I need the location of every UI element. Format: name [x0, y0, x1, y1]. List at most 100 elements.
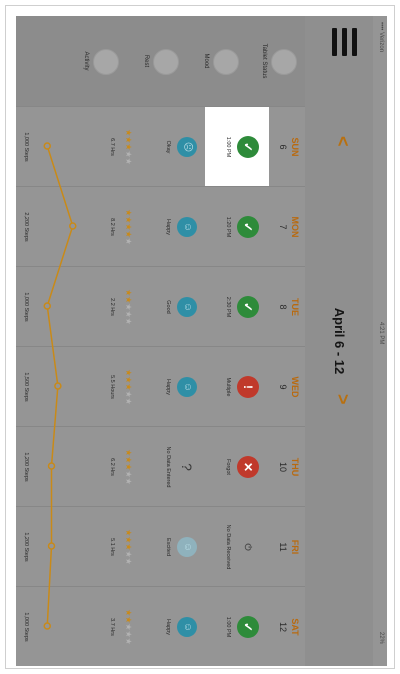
- tablet-status-cell[interactable]: ✓ 2:30 PM: [205, 267, 269, 347]
- star-icon: ★: [124, 477, 133, 485]
- mood-icon: [213, 49, 239, 75]
- rest-cell[interactable]: ★★★★★ 2.2 Hrs: [89, 267, 147, 347]
- day-name: TUE: [290, 298, 300, 316]
- star-icon: ★: [124, 623, 133, 631]
- mood-cell[interactable]: ☺ Happy: [147, 587, 205, 666]
- steps-text: 1,000 Steps: [23, 292, 29, 322]
- steps-text: 1,200 Steps: [23, 532, 29, 562]
- next-week-arrow[interactable]: >: [332, 394, 353, 405]
- tablet-status-cell[interactable]: ✓ 1:00 PM: [205, 107, 269, 187]
- mood-cell[interactable]: ☺ Good: [147, 267, 205, 347]
- day-column-sat[interactable]: SAT 12 ✓ 1:00 PM ☺ Happy ★★★★★ 3.7 Hrs 1,000 Ste…: [16, 586, 305, 666]
- mood-text: Happy: [165, 619, 171, 635]
- day-column-wed[interactable]: WED 9! Multiple ☺ Happy ★★★★★ 5.5 Hours 1,500 S…: [16, 346, 305, 426]
- day-name: SAT: [290, 618, 300, 636]
- activity-cell[interactable]: 1,000 Steps: [16, 267, 89, 347]
- row-label-mood: Mood: [203, 53, 209, 69]
- tablet-screen: •••• Verizon 4:21 PM 22% < April 6 - 12 …: [16, 16, 387, 666]
- day-number: 12: [278, 621, 288, 632]
- tablet-status-cell[interactable]: ✓ 1:00 PM: [205, 587, 269, 666]
- star-rating: ★★★★★: [124, 507, 133, 587]
- check-icon: ✓: [237, 616, 259, 638]
- day-column-fri[interactable]: FRI 11 ⏻ No Data Received ☺ Excited ★★★★★ 5.1 H…: [16, 506, 305, 586]
- mood-cell[interactable]: ? No Data Entered: [147, 427, 205, 507]
- day-name: WED: [290, 376, 300, 398]
- rest-text: 3.7 Hrs: [109, 618, 115, 636]
- tablet-status-cell[interactable]: ⏻ No Data Received: [205, 507, 269, 587]
- tablet-status-text: No Data Received: [225, 524, 231, 570]
- day-name: SUN: [290, 137, 300, 157]
- mood-cell[interactable]: ☺ Happy: [147, 347, 205, 427]
- day-column-tue[interactable]: TUE 8 ✓ 2:30 PM ☺ Good ★★★★★ 2.2 Hrs 1,000 Steps: [16, 266, 305, 346]
- activity-cell[interactable]: 1,200 Steps: [16, 507, 89, 587]
- day-header: FRI 11: [269, 507, 305, 587]
- screenshot-frame: •••• Verizon 4:21 PM 22% < April 6 - 12 …: [5, 5, 395, 669]
- rest-cell[interactable]: ★★★★★ 5.5 Hours: [89, 347, 147, 427]
- rest-cell[interactable]: ★★★★★ 6.2 Hrs: [89, 427, 147, 507]
- tablet-status-text: 1:00 PM: [225, 616, 231, 638]
- star-rating: ★★★★★: [124, 267, 133, 347]
- tablet-status-text: 1:00 PM: [225, 136, 231, 158]
- carrier-label: •••• Verizon: [378, 22, 384, 53]
- tablet-status-text: Multiple: [225, 377, 231, 397]
- star-icon: ★: [124, 383, 133, 391]
- star-icon: ★: [124, 463, 133, 471]
- rest-cell[interactable]: ★★★★★ 3.7 Hrs: [89, 587, 147, 666]
- day-name: THU: [290, 457, 300, 477]
- star-icon: ★: [124, 303, 133, 311]
- rest-icon: [153, 49, 179, 75]
- tablet-status-cell[interactable]: ! Multiple: [205, 347, 269, 427]
- tablet-status-cell[interactable]: ✓ 1:20 PM: [205, 187, 269, 267]
- mood-cell[interactable]: ☹ Okay: [147, 107, 205, 187]
- tablet-status-cell[interactable]: ✕ Forgot: [205, 427, 269, 507]
- star-icon: ★: [124, 230, 133, 238]
- activity-cell[interactable]: 1,500 Steps: [16, 347, 89, 427]
- exclamation-icon: !: [237, 376, 259, 398]
- tablet-status-text: 2:30 PM: [225, 296, 231, 318]
- steps-text: 2,200 Steps: [23, 212, 29, 242]
- tablet-status-text: Forgot: [225, 459, 231, 475]
- day-column-sun[interactable]: SUN 6 ✓ 1:00 PM ☹ Okay ★★★★★ 6.7 Hrs 1,000 Steps: [16, 106, 305, 187]
- star-icon: ★: [124, 550, 133, 558]
- happy-face-icon: ☺: [177, 217, 197, 237]
- day-number: 7: [278, 224, 288, 230]
- star-icon: ★: [124, 630, 133, 638]
- star-rating: ★★★★★: [124, 587, 133, 666]
- star-icon: ★: [124, 557, 133, 565]
- rest-cell[interactable]: ★★★★★ 8.2 Hrs: [89, 187, 147, 267]
- rest-cell[interactable]: ★★★★★ 6.7 Hrs: [89, 107, 147, 187]
- mood-text: Okay: [165, 140, 171, 154]
- day-column-thu[interactable]: THU 10 ✕ Forgot? No Data Entered ★★★★★ 6.2 Hrs…: [16, 426, 305, 506]
- activity-cell[interactable]: 1,000 Steps: [16, 587, 89, 666]
- clock-label: 4:21 PM: [378, 322, 384, 345]
- star-rating: ★★★★★: [124, 187, 133, 267]
- day-column-mon[interactable]: MON 7 ✓ 1:20 PM ☺ Happy ★★★★★ 8.2 Hrs 2,200 Step…: [16, 186, 305, 266]
- row-labels: Tablet Status Mood Rest Activity: [16, 16, 305, 106]
- star-icon: ★: [124, 317, 133, 325]
- mood-text: Good: [165, 300, 171, 314]
- star-rating: ★★★★★: [124, 347, 133, 427]
- check-icon: ✓: [237, 216, 259, 238]
- excited-face-icon: ☺: [177, 537, 197, 557]
- day-header: WED 9: [269, 347, 305, 427]
- activity-cell[interactable]: 1,000 Steps: [16, 107, 89, 187]
- week-grid: Tablet Status Mood Rest Activity SUN 6 ✓ 1:…: [16, 16, 305, 666]
- activity-cell[interactable]: 2,200 Steps: [16, 187, 89, 267]
- star-icon: ★: [124, 157, 133, 165]
- mood-cell[interactable]: ☺ Excited: [147, 507, 205, 587]
- mood-text: Happy: [165, 219, 171, 235]
- sad-face-icon: ☹: [177, 137, 197, 157]
- star-icon: ★: [124, 223, 133, 231]
- plug-icon: ⏻: [243, 543, 253, 551]
- question-icon: ?: [179, 463, 195, 471]
- activity-cell[interactable]: 1,200 Steps: [16, 427, 89, 507]
- day-header: TUE 8: [269, 267, 305, 347]
- star-icon: ★: [124, 143, 133, 151]
- rest-cell[interactable]: ★★★★★ 5.1 Hrs: [89, 507, 147, 587]
- mood-cell[interactable]: ☺ Happy: [147, 187, 205, 267]
- steps-text: 1,000 Steps: [23, 612, 29, 642]
- rest-text: 5.5 Hours: [109, 375, 115, 399]
- star-icon: ★: [124, 470, 133, 478]
- day-header: SAT 12: [269, 587, 305, 666]
- steps-text: 1,000 Steps: [23, 132, 29, 162]
